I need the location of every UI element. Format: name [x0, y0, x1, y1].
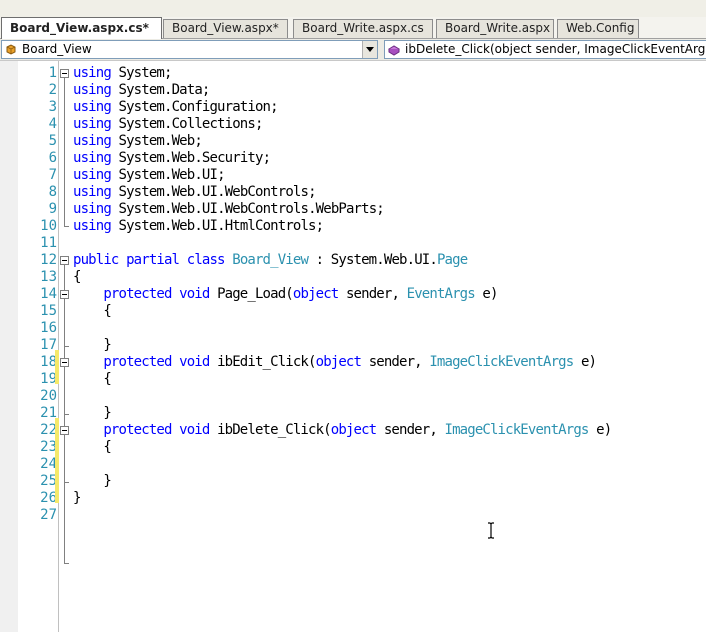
- outline-guide-end: [64, 563, 69, 564]
- line-number: 5: [48, 133, 57, 149]
- outline-guide-end: [64, 226, 69, 227]
- class-selector-dropdown[interactable]: Board_View: [1, 40, 378, 59]
- line-number: 17: [40, 337, 57, 353]
- tab-web-config[interactable]: Web.Config: [557, 19, 639, 38]
- code-line[interactable]: using System.Web.UI.WebControls;: [73, 184, 316, 201]
- chevron-down-icon[interactable]: [362, 41, 377, 58]
- code-line[interactable]: using System.Data;: [73, 82, 210, 99]
- code-line[interactable]: using System.Collections;: [73, 116, 263, 133]
- outline-guide-end: [64, 414, 69, 415]
- line-number: 13: [40, 269, 57, 285]
- outline-guide-end: [64, 346, 69, 347]
- outline-guide: [64, 78, 65, 226]
- class-icon: [6, 44, 16, 55]
- code-line[interactable]: public partial class Board_View : System…: [73, 252, 468, 269]
- collapse-using-block-icon[interactable]: [60, 69, 69, 78]
- line-number: 14: [40, 286, 57, 302]
- line-number: 23: [40, 439, 57, 455]
- line-number: 2: [48, 82, 57, 98]
- line-number: 12: [40, 252, 57, 268]
- code-line[interactable]: using System.Web.UI.WebControls.WebParts…: [73, 201, 385, 218]
- tab-board-write-aspx-cs[interactable]: Board_Write.aspx.cs: [293, 19, 433, 38]
- code-line[interactable]: {: [73, 269, 81, 286]
- line-number: 19: [40, 371, 57, 387]
- line-number: 8: [48, 184, 57, 200]
- code-line[interactable]: using System.Web.Security;: [73, 150, 271, 167]
- changed-lines-marker: [55, 350, 59, 384]
- line-number: 22: [40, 422, 57, 438]
- code-line[interactable]: }: [73, 405, 111, 422]
- changed-lines-marker: [55, 435, 59, 503]
- code-line[interactable]: using System.Configuration;: [73, 99, 279, 116]
- code-line[interactable]: {: [73, 371, 111, 388]
- line-number: 16: [40, 320, 57, 336]
- gutter-separator: [58, 61, 59, 632]
- line-number: 9: [48, 201, 57, 217]
- code-line[interactable]: protected void ibDelete_Click(object sen…: [73, 422, 612, 439]
- collapse-class-icon[interactable]: [60, 256, 69, 265]
- member-selector-dropdown[interactable]: ibDelete_Click(object sender, ImageClick…: [384, 40, 706, 59]
- class-selector-value: Board_View: [22, 42, 92, 56]
- tab-board-view-aspx-cs[interactable]: Board_View.aspx.cs*: [1, 17, 162, 39]
- collapse-page-load-icon[interactable]: [60, 290, 69, 299]
- code-editor[interactable]: 1 using System; 2 using System.Data; 3 using …: [0, 61, 706, 632]
- method-icon: [388, 45, 400, 56]
- ibeam-cursor-icon: [488, 522, 494, 539]
- member-selector-value: ibDelete_Click(object sender, ImageClick…: [405, 42, 706, 56]
- line-number: 21: [40, 405, 57, 421]
- line-number: 20: [40, 388, 57, 404]
- line-number: 3: [48, 99, 57, 115]
- code-line[interactable]: using System;: [73, 65, 172, 82]
- line-number: 15: [40, 303, 57, 319]
- collapse-ibdelete-click-icon[interactable]: [60, 426, 69, 435]
- code-line[interactable]: protected void Page_Load(object sender, …: [73, 286, 498, 303]
- line-number: 24: [40, 456, 57, 472]
- line-number: 10: [40, 218, 57, 234]
- code-line[interactable]: }: [73, 337, 111, 354]
- code-line[interactable]: using System.Web.UI.HtmlControls;: [73, 218, 324, 235]
- line-number: 1: [48, 65, 57, 81]
- line-number: 27: [40, 507, 57, 523]
- line-number: 7: [48, 167, 57, 183]
- code-line[interactable]: }: [73, 490, 81, 507]
- code-line[interactable]: using System.Web;: [73, 133, 203, 150]
- line-number: 26: [40, 490, 57, 506]
- code-line[interactable]: using System.Web.UI;: [73, 167, 225, 184]
- code-line[interactable]: protected void ibEdit_Click(object sende…: [73, 354, 597, 371]
- code-line[interactable]: {: [73, 303, 111, 320]
- tab-board-view-aspx[interactable]: Board_View.aspx*: [163, 19, 288, 38]
- outline-guide-end: [64, 482, 69, 483]
- line-number: 6: [48, 150, 57, 166]
- line-number: 25: [40, 473, 57, 489]
- line-number: 18: [40, 354, 57, 370]
- line-number: 4: [48, 116, 57, 132]
- code-line[interactable]: {: [73, 439, 111, 456]
- line-number: 11: [40, 235, 57, 251]
- indicator-margin: [0, 61, 18, 632]
- code-line[interactable]: }: [73, 473, 111, 490]
- tab-board-write-aspx[interactable]: Board_Write.aspx: [436, 19, 554, 38]
- collapse-ibedit-click-icon[interactable]: [60, 358, 69, 367]
